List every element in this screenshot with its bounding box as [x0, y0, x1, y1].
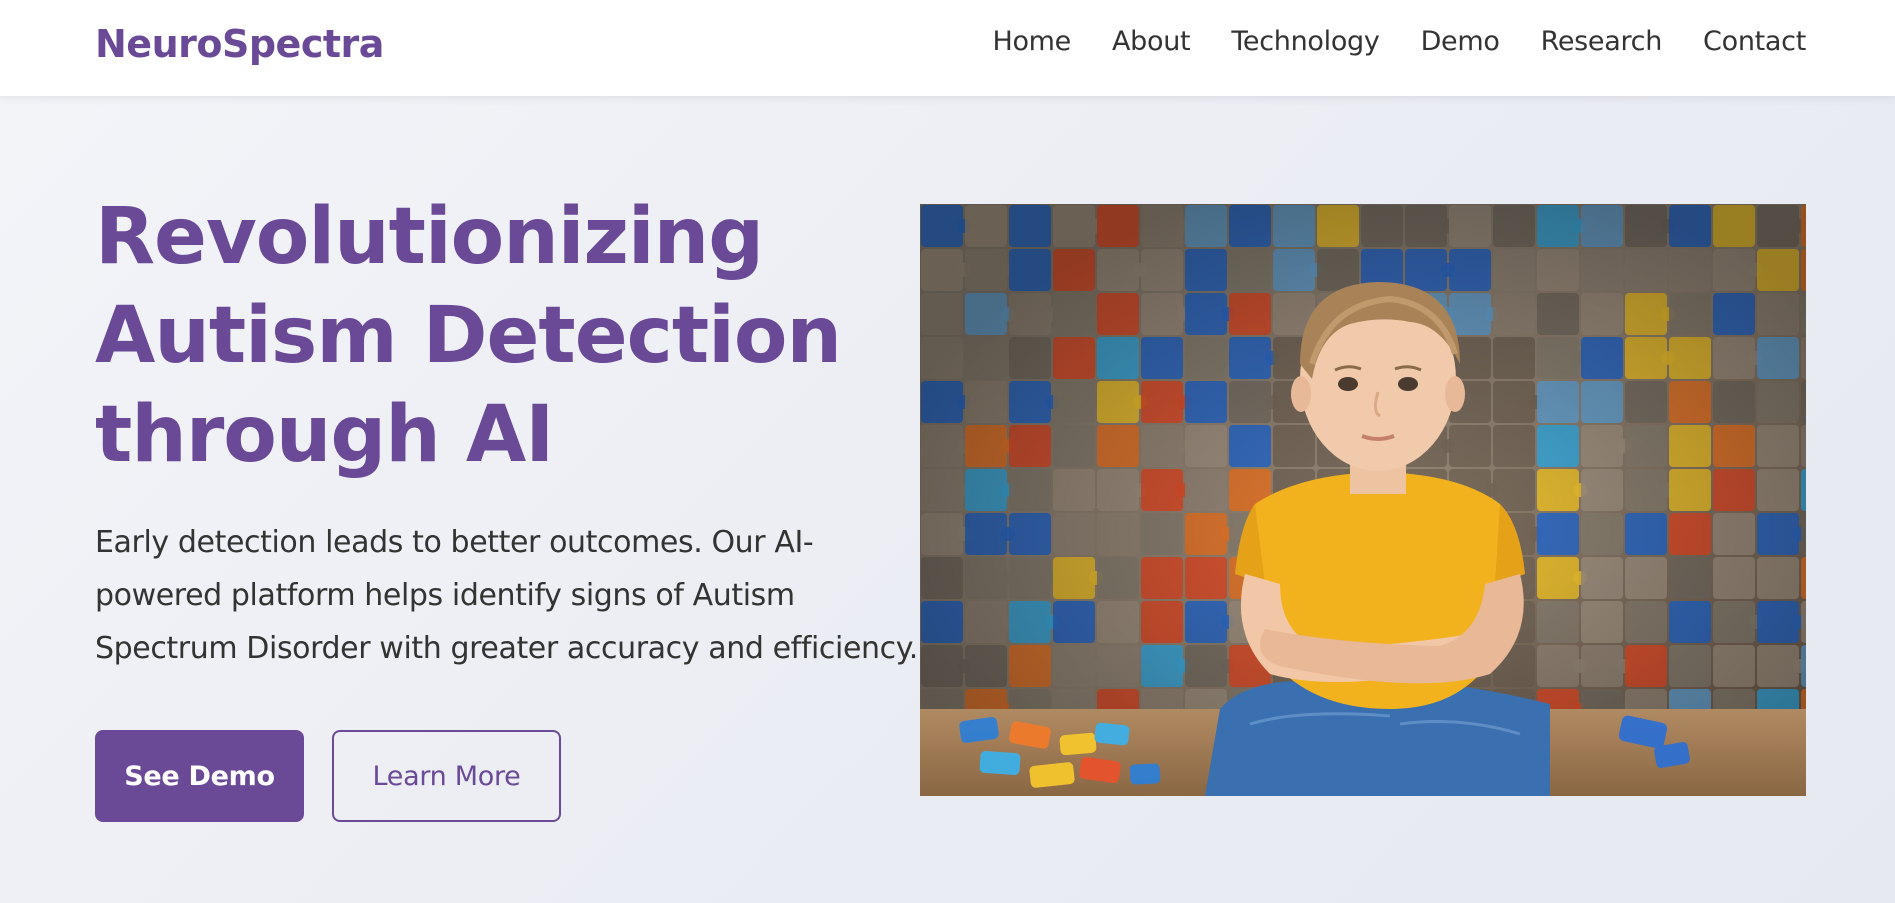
- hero-title-line: through AI: [95, 390, 554, 480]
- brand-logo[interactable]: NeuroSpectra: [95, 22, 384, 66]
- nav-link-technology[interactable]: Technology: [1231, 26, 1380, 57]
- learn-more-button[interactable]: Learn More: [332, 730, 561, 822]
- nav-link-home[interactable]: Home: [992, 26, 1071, 57]
- child-with-puzzle-wall-photo: [920, 204, 1806, 796]
- hero-title-line: Autism Detection: [95, 291, 842, 381]
- main-nav: Home About Technology Demo Research Cont…: [992, 26, 1806, 57]
- hero-image: [920, 204, 1806, 796]
- nav-link-demo[interactable]: Demo: [1421, 26, 1500, 57]
- hero-description-line: Spectrum Disorder with greater accuracy …: [95, 631, 918, 666]
- hero-description-line: Early detection leads to better outcomes…: [95, 525, 814, 560]
- hero-section: Revolutionizing Autism Detection through…: [0, 96, 1895, 903]
- nav-link-research[interactable]: Research: [1541, 26, 1663, 57]
- nav-link-contact[interactable]: Contact: [1703, 26, 1806, 57]
- hero-description-line: powered platform helps identify signs of…: [95, 578, 795, 613]
- see-demo-button[interactable]: See Demo: [95, 730, 304, 822]
- hero-description: Early detection leads to better outcomes…: [95, 516, 925, 675]
- hero-title-line: Revolutionizing: [95, 192, 764, 282]
- top-navigation-bar: NeuroSpectra Home About Technology Demo …: [0, 0, 1895, 96]
- hero-title: Revolutionizing Autism Detection through…: [95, 188, 915, 485]
- nav-link-about[interactable]: About: [1112, 26, 1191, 57]
